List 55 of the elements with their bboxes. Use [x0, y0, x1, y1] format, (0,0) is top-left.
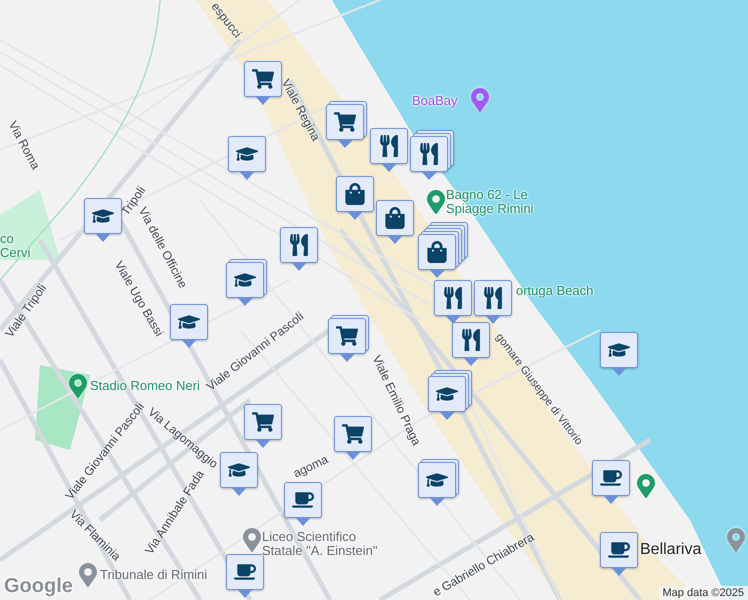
- map-marker[interactable]: [376, 200, 414, 246]
- fork-knife-icon: [288, 234, 310, 256]
- map-marker[interactable]: [592, 460, 630, 506]
- fork-knife-icon: [378, 135, 400, 157]
- place-label: Liceo Scientifico Statale "A. Einstein": [262, 530, 378, 559]
- map-marker[interactable]: [244, 61, 282, 107]
- map-pin-icon[interactable]: [66, 374, 90, 398]
- map-marker[interactable]: [220, 452, 258, 498]
- map-pin-icon[interactable]: [76, 563, 100, 587]
- place-label: Tribunale di Rimini: [100, 568, 208, 582]
- cart-icon: [336, 325, 358, 347]
- marker-stack[interactable]: [326, 101, 367, 150]
- shopping-bag-icon: [384, 207, 406, 229]
- map-marker[interactable]: [170, 304, 208, 350]
- marker-stack[interactable]: [418, 222, 468, 280]
- marker-stack[interactable]: [418, 459, 459, 508]
- map-marker[interactable]: [474, 280, 512, 326]
- map-marker[interactable]: [600, 532, 638, 578]
- fork-knife-icon: [482, 287, 504, 309]
- street-label: agoma: [291, 452, 330, 480]
- map-marker[interactable]: [84, 198, 122, 244]
- map-marker[interactable]: [600, 332, 638, 378]
- fork-knife-icon: [442, 287, 464, 309]
- map-pin-icon[interactable]: [424, 190, 448, 214]
- map-marker[interactable]: [452, 322, 490, 368]
- cart-icon: [252, 68, 274, 90]
- marker-stack[interactable]: [410, 130, 454, 182]
- map-marker[interactable]: [228, 136, 266, 182]
- map-logo: Google: [4, 575, 73, 598]
- shopping-bag-icon: [426, 241, 448, 263]
- map-pin-icon[interactable]: [468, 88, 492, 112]
- fork-knife-icon: [460, 329, 482, 351]
- map-marker[interactable]: [244, 404, 282, 450]
- place-label: Stadio Romeo Neri: [90, 379, 200, 394]
- cart-icon: [342, 423, 364, 445]
- cart-icon: [334, 111, 356, 133]
- map-marker[interactable]: [370, 128, 408, 174]
- place-label: Bellariva: [640, 541, 702, 559]
- marker-stack[interactable]: [226, 259, 267, 308]
- fork-knife-icon: [418, 143, 440, 165]
- shopping-bag-icon: [344, 183, 366, 205]
- map-marker[interactable]: [336, 176, 374, 222]
- marker-stack[interactable]: [328, 315, 369, 364]
- map-marker[interactable]: [280, 227, 318, 273]
- map-pin-icon[interactable]: [634, 474, 658, 498]
- marker-stack[interactable]: [428, 370, 472, 422]
- place-label: co Cervi: [0, 232, 30, 261]
- map-marker[interactable]: [334, 416, 372, 462]
- map-marker[interactable]: [226, 554, 264, 600]
- map-marker[interactable]: [284, 482, 322, 528]
- street-label: Viale Emilio Praga: [370, 353, 424, 448]
- place-label: BoaBay: [412, 94, 458, 108]
- street-label: Via Roma: [6, 118, 43, 172]
- cart-icon: [252, 411, 274, 433]
- map-attribution: Map data ©2025: [658, 586, 748, 600]
